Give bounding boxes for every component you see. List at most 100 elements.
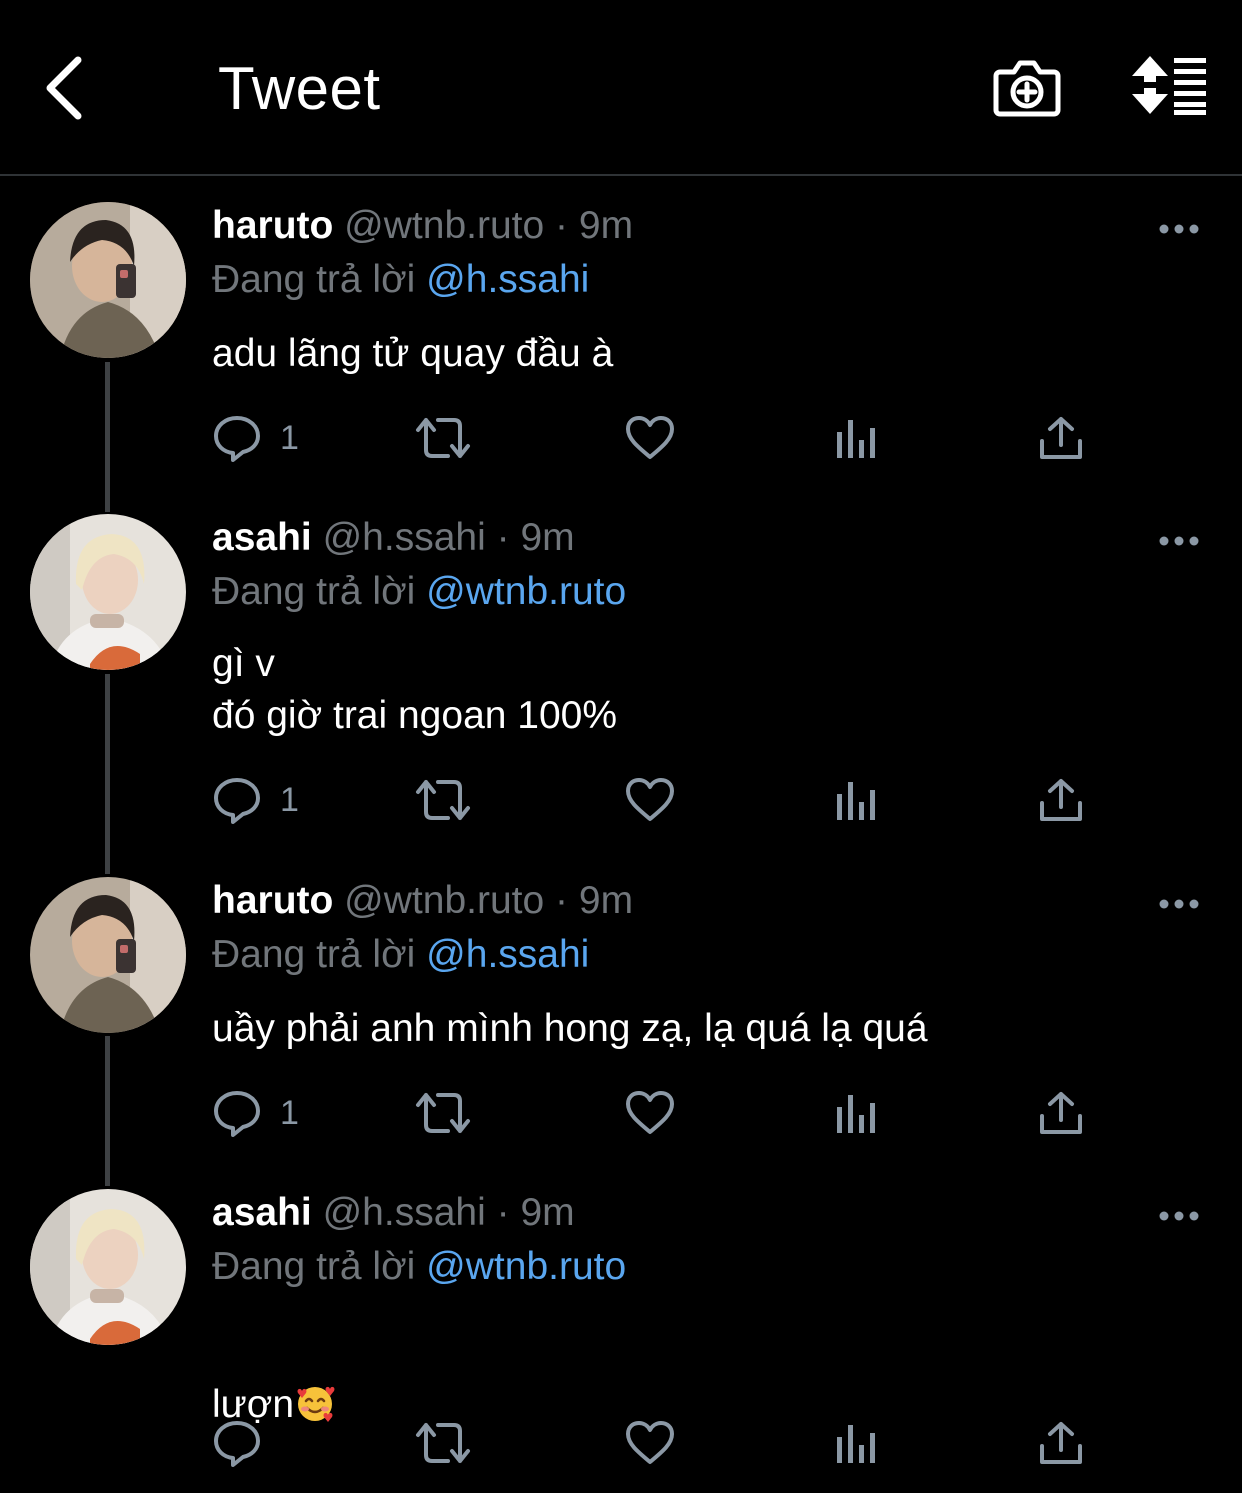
separator-dot: ·: [496, 516, 510, 559]
retweet-icon: [416, 1423, 470, 1463]
camera-button[interactable]: [992, 54, 1062, 120]
chevron-left-icon: [46, 56, 82, 120]
reply-button[interactable]: 1: [212, 1085, 299, 1141]
tweet-actions: 1: [0, 772, 1242, 832]
bar-chart-icon: [837, 420, 875, 458]
mention-link[interactable]: @wtnb.ruto: [426, 570, 626, 613]
replying-to-label: Đang trả lời: [212, 258, 416, 301]
reply-count: 1: [280, 418, 299, 457]
back-button[interactable]: [40, 52, 96, 124]
speech-bubble-icon: [214, 416, 260, 462]
ellipsis-icon: [1159, 224, 1199, 234]
retweet-icon: [416, 780, 470, 820]
like-button[interactable]: [624, 1415, 676, 1471]
views-button[interactable]: [834, 1085, 878, 1141]
tweet-item[interactable]: asahi @h.ssahi · 9m Đang trả lời @wtnb.r…: [0, 514, 1242, 864]
avatar[interactable]: [30, 514, 186, 670]
timestamp: 9m: [578, 204, 634, 247]
display-name[interactable]: haruto: [212, 204, 333, 247]
tweet-header: haruto @wtnb.ruto · 9m: [212, 204, 633, 248]
share-button[interactable]: [1038, 410, 1084, 466]
heart-icon: [626, 1421, 674, 1464]
sort-button[interactable]: [1128, 54, 1210, 116]
user-handle[interactable]: @wtnb.ruto: [344, 204, 544, 247]
tweet-actions: 1: [0, 1085, 1242, 1145]
sort-lines-icon: [1132, 56, 1206, 115]
separator-dot: ·: [555, 204, 569, 247]
retweet-button[interactable]: [414, 1415, 472, 1471]
replying-to-label: Đang trả lời: [212, 1245, 416, 1288]
retweet-button[interactable]: [414, 1085, 472, 1141]
separator-dot: ·: [555, 879, 569, 922]
reply-count: 1: [280, 780, 299, 819]
mention-link[interactable]: @h.ssahi: [426, 258, 589, 301]
top-bar: Tweet: [0, 0, 1242, 176]
timestamp: 9m: [520, 1191, 575, 1234]
more-options-button[interactable]: [1158, 216, 1200, 242]
user-handle[interactable]: @h.ssahi: [323, 516, 486, 559]
user-handle[interactable]: @wtnb.ruto: [344, 879, 544, 922]
like-button[interactable]: [624, 410, 676, 466]
avatar[interactable]: [30, 202, 186, 358]
tweet-header: asahi @h.ssahi · 9m: [212, 516, 575, 560]
retweet-button[interactable]: [414, 410, 472, 466]
bar-chart-icon: [837, 782, 875, 820]
tweet-item[interactable]: asahi @h.ssahi · 9m Đang trả lời @wtnb.r…: [0, 1189, 1242, 1489]
bar-chart-icon: [837, 1095, 875, 1133]
tweet-text: gì v đó giờ trai ngoan 100%: [212, 642, 618, 737]
share-upload-icon: [1040, 1422, 1082, 1464]
more-options-button[interactable]: [1158, 891, 1200, 917]
ellipsis-icon: [1159, 1211, 1199, 1221]
more-options-button[interactable]: [1158, 528, 1200, 554]
bar-chart-icon: [837, 1425, 875, 1463]
tweet-item[interactable]: haruto @wtnb.ruto · 9m Đang trả lời @h.s…: [0, 877, 1242, 1177]
share-button[interactable]: [1038, 772, 1084, 828]
views-button[interactable]: [834, 772, 878, 828]
avatar[interactable]: [30, 1189, 186, 1345]
replying-to-label: Đang trả lời: [212, 933, 416, 976]
mention-link[interactable]: @wtnb.ruto: [426, 1245, 626, 1288]
views-button[interactable]: [834, 1415, 878, 1471]
reply-count: 1: [280, 1093, 299, 1132]
tweet-item[interactable]: haruto @wtnb.ruto · 9m Đang trả lời @h.s…: [0, 202, 1242, 502]
page-title: Tweet: [218, 55, 381, 122]
replying-to: Đang trả lời @wtnb.ruto: [212, 570, 626, 614]
timestamp: 9m: [520, 516, 575, 559]
retweet-icon: [416, 418, 470, 458]
mention-link[interactable]: @h.ssahi: [426, 933, 589, 976]
display-name[interactable]: haruto: [212, 879, 333, 922]
share-upload-icon: [1040, 417, 1082, 459]
speech-bubble-icon: [214, 1091, 260, 1137]
separator-dot: ·: [496, 1191, 510, 1234]
share-upload-icon: [1040, 779, 1082, 821]
tweet-header: haruto @wtnb.ruto · 9m: [212, 879, 633, 923]
share-button[interactable]: [1038, 1415, 1084, 1471]
tweet-header: asahi @h.ssahi · 9m: [212, 1191, 575, 1235]
share-upload-icon: [1040, 1092, 1082, 1134]
reply-button[interactable]: 1: [212, 772, 299, 828]
replying-to: Đang trả lời @h.ssahi: [212, 933, 589, 977]
camera-plus-icon: [993, 60, 1061, 117]
timestamp: 9m: [578, 879, 634, 922]
tweet-text: adu lãng tử quay đầu à: [212, 332, 614, 375]
display-name[interactable]: asahi: [212, 1191, 312, 1234]
replying-to: Đang trả lời @wtnb.ruto: [212, 1245, 626, 1289]
heart-icon: [626, 778, 674, 821]
replying-to: Đang trả lời @h.ssahi: [212, 258, 589, 302]
like-button[interactable]: [624, 1085, 676, 1141]
more-options-button[interactable]: [1158, 1203, 1200, 1229]
views-button[interactable]: [834, 410, 878, 466]
tweet-actions: [0, 1415, 1242, 1475]
share-button[interactable]: [1038, 1085, 1084, 1141]
user-handle[interactable]: @h.ssahi: [323, 1191, 486, 1234]
reply-button[interactable]: 1: [212, 410, 299, 466]
retweet-icon: [416, 1093, 470, 1133]
tweet-text: uầy phải anh mình hong zạ, lạ quá lạ quá: [212, 1007, 928, 1050]
like-button[interactable]: [624, 772, 676, 828]
retweet-button[interactable]: [414, 772, 472, 828]
avatar[interactable]: [30, 877, 186, 1033]
heart-icon: [626, 416, 674, 459]
tweet-actions: 1: [0, 410, 1242, 470]
display-name[interactable]: asahi: [212, 516, 312, 559]
reply-button[interactable]: [212, 1415, 280, 1471]
